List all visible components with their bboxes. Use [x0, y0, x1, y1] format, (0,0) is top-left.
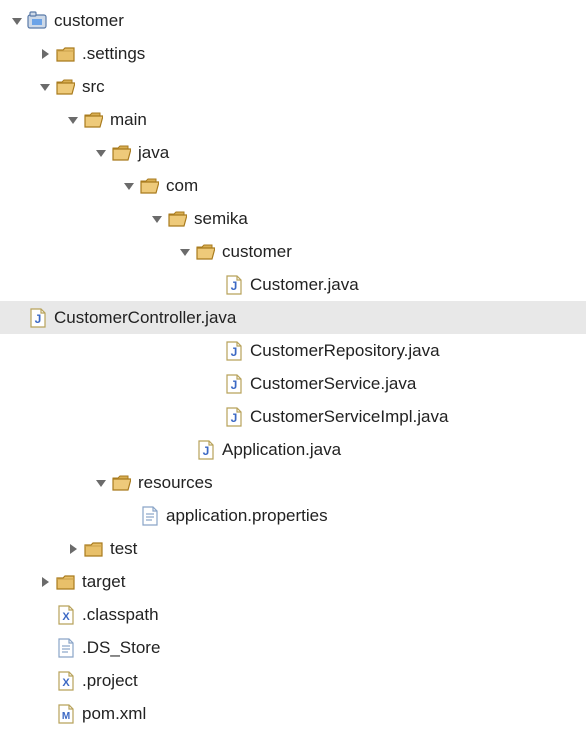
tree-row[interactable]: java — [10, 136, 586, 169]
tree-item-label: Application.java — [222, 440, 341, 460]
tree-row[interactable]: com — [10, 169, 586, 202]
java-file-icon — [222, 274, 244, 296]
tree-row[interactable]: .project — [10, 664, 586, 697]
expand-arrow-down-icon[interactable] — [94, 476, 108, 490]
tree-row[interactable]: target — [10, 565, 586, 598]
tree-item-label: Customer.java — [250, 275, 359, 295]
tree-row[interactable]: main — [10, 103, 586, 136]
xml-file-icon — [54, 670, 76, 692]
folder-open-icon — [138, 175, 160, 197]
expand-arrow-right-icon[interactable] — [38, 47, 52, 61]
tree-item-label: resources — [138, 473, 213, 493]
tree-item-label: CustomerRepository.java — [250, 341, 440, 361]
tree-row[interactable]: Customer.java — [10, 268, 586, 301]
tree-row[interactable]: CustomerServiceImpl.java — [10, 400, 586, 433]
tree-item-label: .classpath — [82, 605, 159, 625]
tree-item-label: .project — [82, 671, 138, 691]
maven-file-icon — [54, 703, 76, 725]
java-file-icon — [222, 373, 244, 395]
expand-arrow-right-icon[interactable] — [38, 575, 52, 589]
expand-arrow-right-icon[interactable] — [66, 542, 80, 556]
tree-row[interactable]: .classpath — [10, 598, 586, 631]
text-file-icon — [54, 637, 76, 659]
tree-row[interactable]: .settings — [10, 37, 586, 70]
tree-row[interactable]: src — [10, 70, 586, 103]
tree-row[interactable]: pom.xml — [10, 697, 586, 730]
text-file-icon — [138, 505, 160, 527]
folder-open-icon — [82, 109, 104, 131]
folder-icon — [54, 571, 76, 593]
tree-row[interactable]: customer — [10, 235, 586, 268]
tree-item-label: semika — [194, 209, 248, 229]
tree-item-label: application.properties — [166, 506, 328, 526]
tree-item-label: CustomerController.java — [54, 308, 236, 328]
tree-item-label: main — [110, 110, 147, 130]
tree-row[interactable]: CustomerController.java — [0, 301, 586, 334]
tree-item-label: customer — [54, 11, 124, 31]
folder-icon — [82, 538, 104, 560]
tree-item-label: pom.xml — [82, 704, 146, 724]
tree-item-label: customer — [222, 242, 292, 262]
java-file-icon — [222, 340, 244, 362]
tree-row[interactable]: semika — [10, 202, 586, 235]
expand-arrow-down-icon[interactable] — [150, 212, 164, 226]
tree-item-label: java — [138, 143, 169, 163]
tree-row[interactable]: CustomerService.java — [10, 367, 586, 400]
tree-row[interactable]: CustomerRepository.java — [10, 334, 586, 367]
expand-arrow-down-icon[interactable] — [94, 146, 108, 160]
tree-row[interactable]: test — [10, 532, 586, 565]
project-icon — [26, 10, 48, 32]
folder-open-icon — [54, 76, 76, 98]
folder-open-icon — [166, 208, 188, 230]
expand-arrow-down-icon[interactable] — [10, 14, 24, 28]
expand-arrow-down-icon[interactable] — [66, 113, 80, 127]
tree-item-label: CustomerServiceImpl.java — [250, 407, 448, 427]
tree-row[interactable]: application.properties — [10, 499, 586, 532]
folder-open-icon — [110, 472, 132, 494]
java-file-icon — [194, 439, 216, 461]
tree-item-label: test — [110, 539, 137, 559]
tree-item-label: target — [82, 572, 125, 592]
folder-open-icon — [110, 142, 132, 164]
tree-row[interactable]: Application.java — [10, 433, 586, 466]
tree-item-label: com — [166, 176, 198, 196]
folder-open-icon — [194, 241, 216, 263]
tree-row[interactable]: .DS_Store — [10, 631, 586, 664]
project-tree: customer .settings srcmain java com semika cus… — [0, 0, 586, 730]
expand-arrow-down-icon[interactable] — [178, 245, 192, 259]
tree-item-label: .settings — [82, 44, 145, 64]
tree-row[interactable]: customer — [10, 4, 586, 37]
tree-row[interactable]: resources — [10, 466, 586, 499]
expand-arrow-down-icon[interactable] — [122, 179, 136, 193]
folder-icon — [54, 43, 76, 65]
xml-file-icon — [54, 604, 76, 626]
expand-arrow-down-icon[interactable] — [38, 80, 52, 94]
java-file-icon — [222, 406, 244, 428]
java-file-icon — [26, 307, 48, 329]
tree-item-label: .DS_Store — [82, 638, 160, 658]
tree-item-label: CustomerService.java — [250, 374, 416, 394]
tree-item-label: src — [82, 77, 105, 97]
